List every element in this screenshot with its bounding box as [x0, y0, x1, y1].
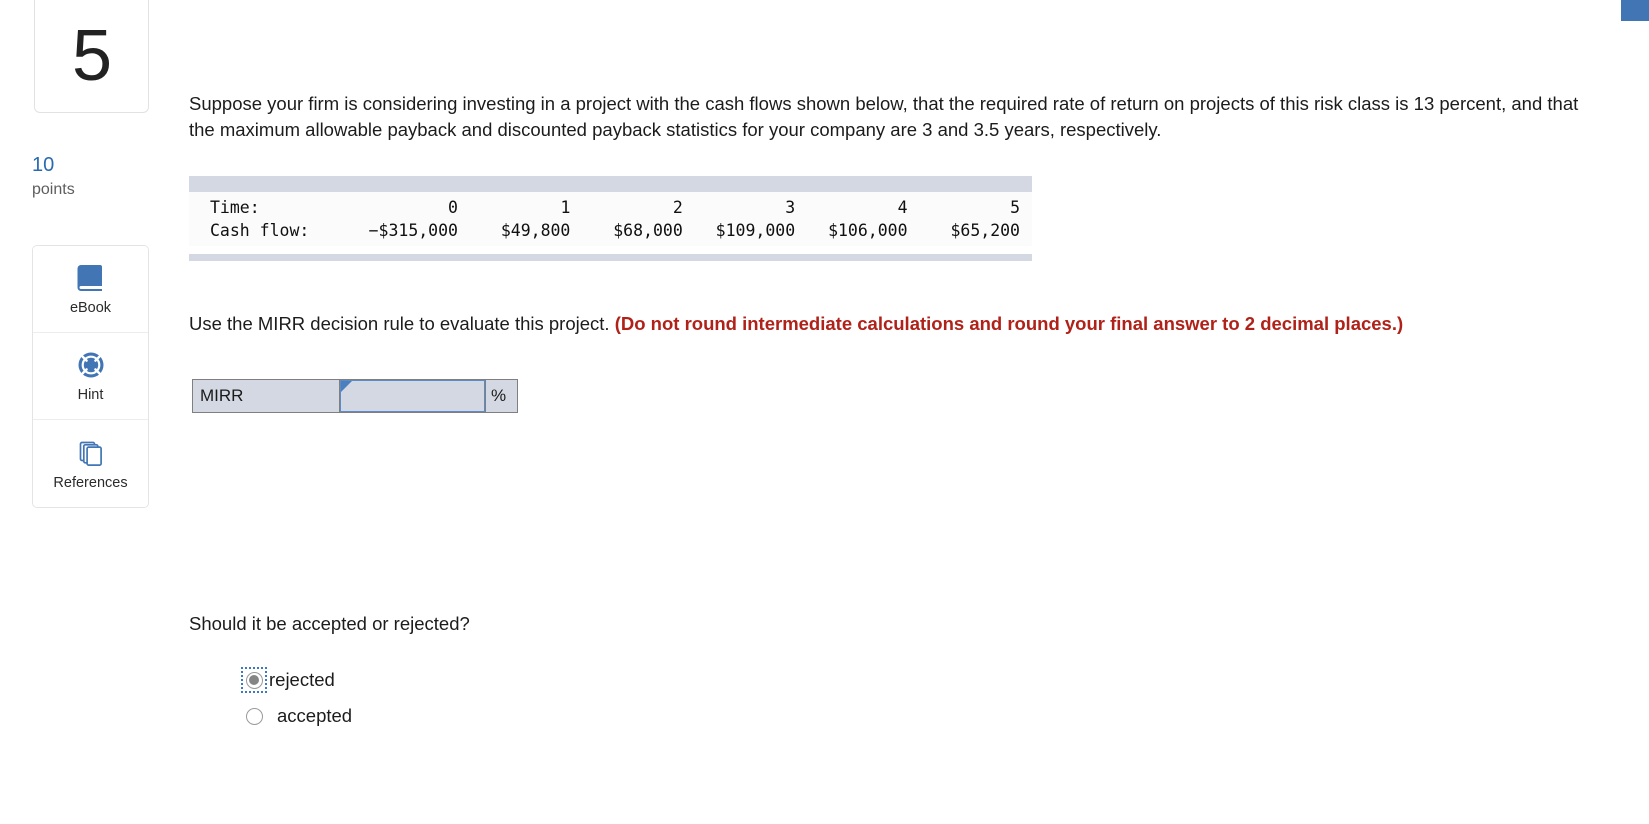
radio-shell-rejected[interactable] — [241, 667, 267, 693]
instruction-plain: Use the MIRR decision rule to evaluate t… — [189, 312, 615, 334]
mirr-input-cell[interactable] — [340, 380, 485, 412]
tool-stack: eBook Hint References — [32, 245, 149, 508]
references-button[interactable]: References — [33, 420, 148, 507]
table-top-bar — [189, 176, 1032, 192]
table-row: Cash flow: −$315,000 $49,800 $68,000 $10… — [189, 219, 1032, 246]
time-cell-2: 2 — [672, 198, 683, 217]
radio-button-rejected[interactable] — [245, 671, 263, 689]
hint-label: Hint — [77, 387, 104, 403]
ebook-icon — [74, 262, 108, 294]
table-row: Time: 0 1 2 3 4 5 — [189, 192, 1032, 219]
choice-label-accepted: accepted — [277, 705, 353, 726]
references-label: References — [53, 474, 128, 491]
cashflow-cell-1: $49,800 — [500, 221, 571, 240]
choice-accepted[interactable]: accepted — [241, 698, 352, 734]
time-cell-3: 3 — [785, 198, 796, 217]
question-number: 5 — [71, 16, 112, 96]
mirr-unit-label: % — [485, 380, 517, 412]
references-icon — [74, 437, 108, 469]
hint-button[interactable]: Hint — [33, 333, 148, 420]
lifering-icon — [74, 349, 108, 381]
question-number-card: 5 — [34, 0, 149, 113]
cashflow-cell-2: $68,000 — [613, 221, 683, 240]
time-cell-5: 5 — [1010, 198, 1020, 217]
table-bottom-bar — [189, 254, 1032, 261]
cashflow-cell-3: $109,000 — [715, 221, 796, 240]
mirr-answer-row: MIRR % — [192, 379, 518, 413]
ebook-button[interactable]: eBook — [33, 246, 148, 333]
choice-rejected[interactable]: rejected — [241, 662, 352, 698]
points-label: points — [32, 181, 75, 198]
radio-shell-accepted[interactable] — [241, 703, 267, 729]
question-page: 5 10 points eBook Hint References Suppos… — [0, 0, 1649, 824]
question-stem: Suppose your firm is considering investi… — [189, 92, 1579, 141]
followup-question: Should it be accepted or rejected? — [189, 612, 470, 634]
points-block: 10 points — [32, 152, 162, 202]
mirr-input[interactable] — [341, 381, 484, 411]
cashflow-cell-4: $106,000 — [828, 221, 908, 240]
cashflow-row-header: Cash flow: — [210, 221, 310, 240]
choice-label-rejected: rejected — [269, 669, 335, 690]
cashflow-cell-0: −$315,000 — [368, 221, 458, 240]
ebook-label: eBook — [69, 300, 112, 316]
points-value: 10 — [32, 154, 55, 176]
choice-group: rejected accepted — [241, 662, 352, 734]
radio-button-accepted[interactable] — [245, 707, 263, 725]
time-cell-1: 1 — [560, 198, 571, 217]
time-row-header: Time: — [210, 198, 260, 217]
instruction-emphasis: (Do not round intermediate calculations … — [614, 312, 1404, 334]
time-cell-4: 4 — [897, 198, 908, 217]
cash-flow-table: Time: 0 1 2 3 4 5 Cash flow: −$315,000 $… — [189, 192, 1032, 246]
cash-flow-table-block: Time: 0 1 2 3 4 5 Cash flow: −$315,000 $… — [189, 176, 1032, 261]
corner-blue-marker — [1621, 0, 1649, 21]
mirr-label: MIRR — [193, 380, 340, 412]
instruction-text: Use the MIRR decision rule to evaluate t… — [189, 311, 1519, 338]
question-sidebar: 5 10 points eBook Hint References — [0, 0, 185, 824]
cashflow-cell-5: $65,200 — [950, 221, 1020, 240]
time-cell-0: 0 — [448, 198, 458, 217]
